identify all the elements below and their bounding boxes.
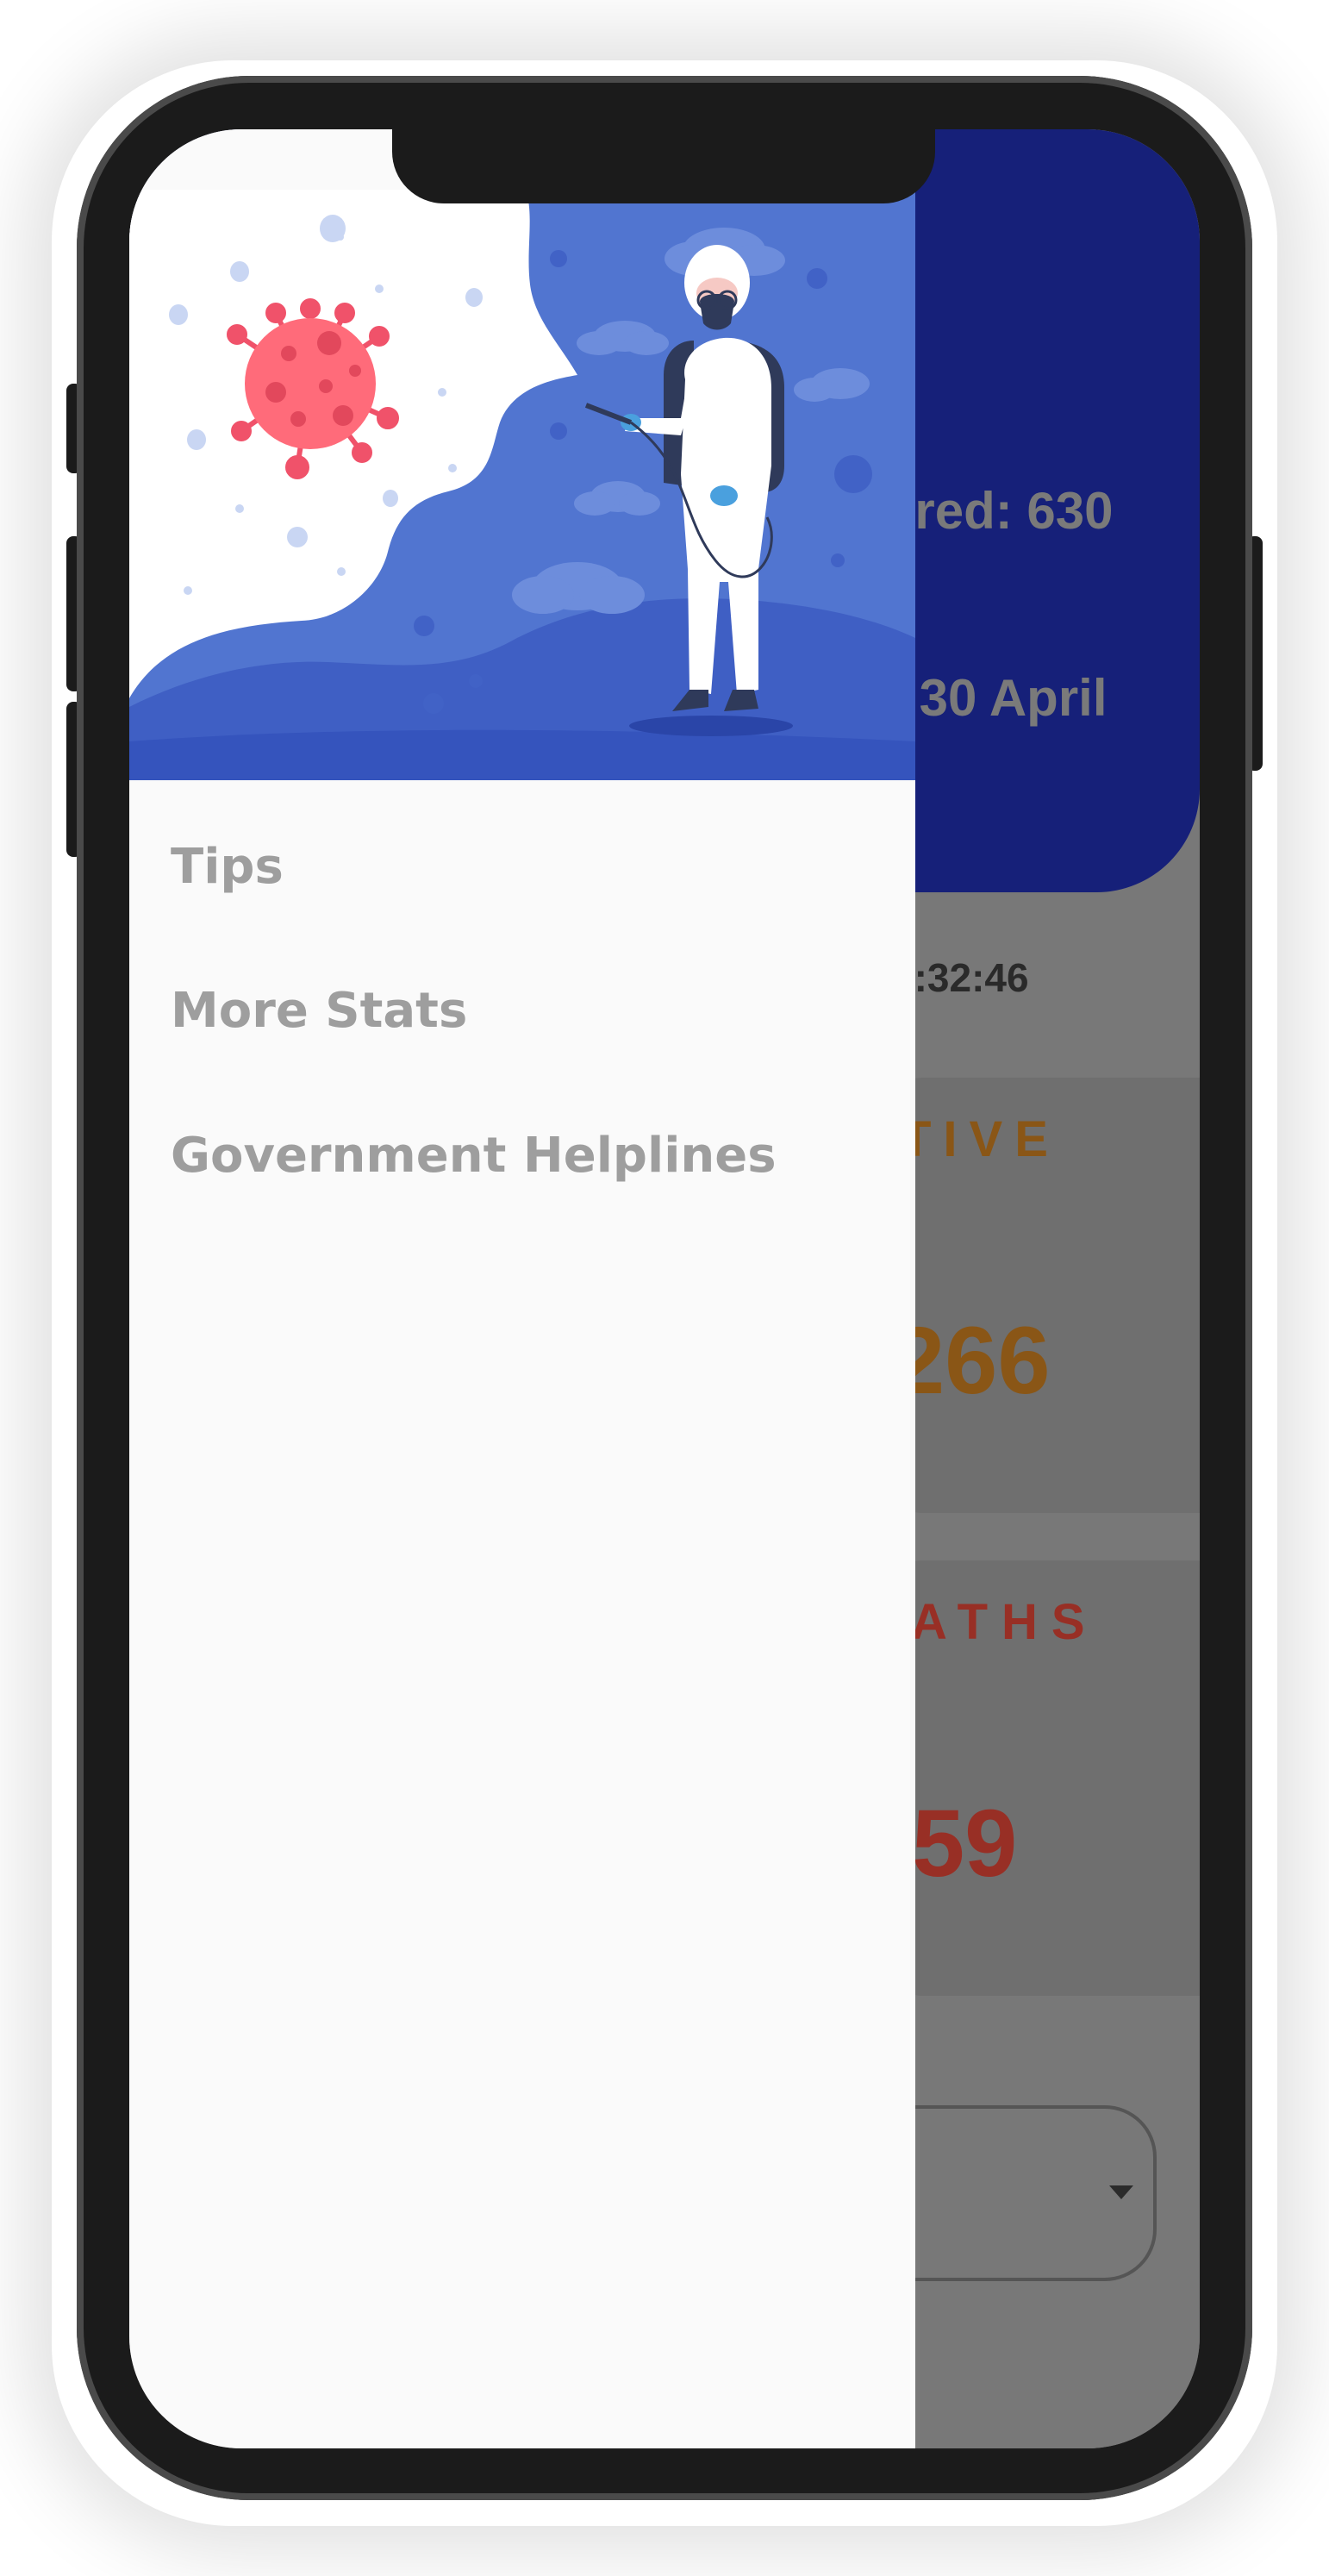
recovered-count: ered: 630 [886, 482, 1114, 540]
active-label: TIVE [901, 1111, 1060, 1167]
active-value: 266 [892, 1308, 1051, 1414]
navigation-drawer: Tips More Stats Government Helplines [129, 129, 915, 2448]
drawer-item-government-helplines[interactable]: Government Helplines [171, 1128, 777, 1184]
drawer-header-illustration [129, 190, 915, 780]
drawer-item-tips[interactable]: Tips [171, 839, 284, 895]
deaths-label: ATHS [911, 1594, 1099, 1650]
camera-notch [392, 129, 935, 203]
drawer-item-more-stats[interactable]: More Stats [171, 983, 467, 1039]
deaths-value: 59 [912, 1791, 1018, 1897]
chevron-down-icon [1109, 2185, 1133, 2199]
virus-disinfection-illustration [129, 190, 915, 780]
screen: ered: 630 : 30 April 1:32:46 TIVE 266 AT… [129, 129, 1200, 2448]
updated-date: : 30 April [888, 669, 1108, 727]
